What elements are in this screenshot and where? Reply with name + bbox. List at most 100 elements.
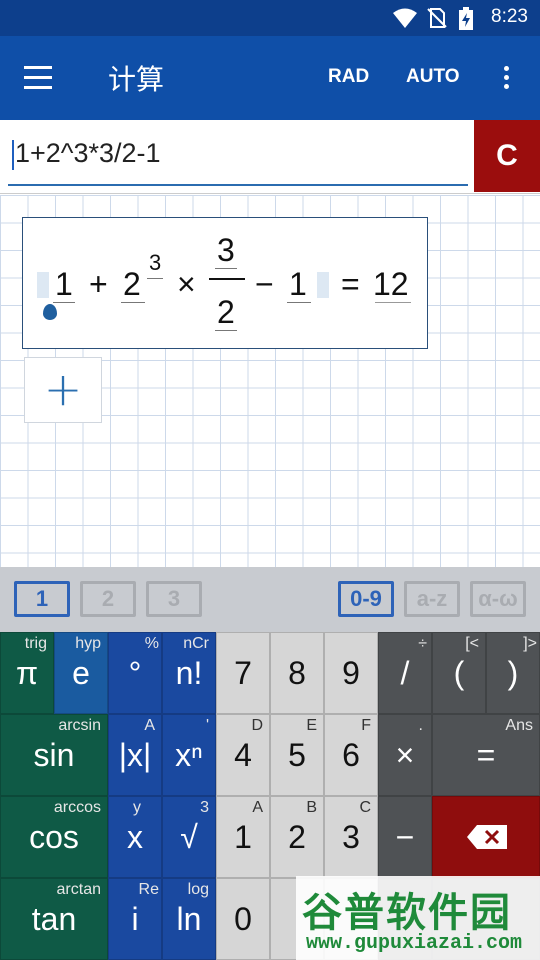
key-alt-label: F [361, 717, 371, 734]
result-underline [375, 302, 411, 303]
equals-key[interactable]: Ans = [432, 714, 540, 796]
operand-b: 1 [289, 266, 307, 302]
wifi-icon [393, 8, 417, 28]
key-alt-label: A [144, 717, 155, 734]
key-label: 9 [342, 655, 360, 691]
digit-1-key[interactable]: A1 [216, 796, 270, 878]
angle-mode-button[interactable]: RAD [328, 66, 369, 88]
key-label: 8 [288, 655, 306, 691]
tab-3[interactable]: 3 [146, 581, 202, 617]
battery-charging-icon [459, 7, 473, 30]
key-label: i [131, 901, 139, 937]
backspace-key[interactable] [432, 796, 540, 878]
expression-input[interactable]: 1+2^3*3/2-1 [8, 138, 468, 186]
digit-4-key[interactable]: D4 [216, 714, 270, 796]
key-label: sin [33, 737, 75, 773]
imaginary-i-key[interactable]: Re i [108, 878, 162, 960]
selection-marker [37, 272, 49, 298]
input-row: 1+2^3*3/2-1 C [0, 120, 540, 194]
digit-2-key[interactable]: B2 [270, 796, 324, 878]
workspace-grid: 1 + 2 3 × 3 2 − 1 = 12 + [0, 195, 540, 567]
key-alt-label: y [133, 799, 141, 816]
key-alt-label: trig [24, 635, 47, 652]
watermark-title: 谷普软件园 [302, 890, 512, 936]
factorial-key[interactable]: nCr n! [162, 632, 216, 714]
tab-1[interactable]: 1 [14, 581, 70, 617]
cursor-handle-icon[interactable] [43, 304, 57, 320]
tab-greek[interactable]: α-ω [470, 581, 526, 617]
key-alt-label: E [306, 717, 317, 734]
more-options-icon[interactable] [496, 64, 516, 94]
app-bar: 计算 RAD AUTO [0, 36, 540, 120]
fraction-bar [209, 278, 245, 280]
power-key[interactable]: ' xⁿ [162, 714, 216, 796]
key-label: e [72, 655, 90, 691]
numerator-underline [215, 268, 237, 269]
key-alt-label: log [187, 881, 209, 898]
tab-2[interactable]: 2 [80, 581, 136, 617]
digit-9-key[interactable]: 9 [324, 632, 378, 714]
digit-7-key[interactable]: 7 [216, 632, 270, 714]
digit-0-key[interactable]: 0 [216, 878, 270, 960]
expression-text: 1+2^3*3/2-1 [15, 138, 161, 168]
base-underline [121, 302, 145, 303]
key-alt-label: 3 [200, 799, 209, 816]
key-label: xⁿ [175, 737, 203, 773]
key-label: 2 [288, 819, 306, 855]
clear-button[interactable]: C [474, 120, 540, 192]
digit-3-key[interactable]: C3 [324, 796, 378, 878]
digit-6-key[interactable]: F6 [324, 714, 378, 796]
key-alt-label: ÷ [418, 635, 427, 652]
key-label: 0 [234, 901, 252, 937]
formatted-expression[interactable]: 1 + 2 3 × 3 2 − 1 = 12 [22, 217, 428, 349]
key-label: 5 [288, 737, 306, 773]
add-expression-button[interactable]: + [24, 357, 102, 423]
multiply-key[interactable]: . × [378, 714, 432, 796]
subtract-key[interactable]: − [378, 796, 432, 878]
key-alt-label: . [418, 717, 423, 734]
key-label: √ [180, 819, 198, 855]
key-alt-label: [< [465, 635, 479, 652]
status-bar: 8:23 [0, 0, 540, 36]
page-title: 计算 [108, 63, 165, 96]
backspace-icon [467, 825, 507, 849]
keyboard-tabs: 1 2 3 0-9 a-z α-ω [0, 567, 540, 632]
output-mode-button[interactable]: AUTO [406, 66, 459, 88]
key-label: 6 [342, 737, 360, 773]
pi-key[interactable]: trig π [0, 632, 54, 714]
key-label: tan [31, 901, 77, 937]
key-alt-label: Re [138, 881, 159, 898]
key-alt-label: hyp [75, 635, 101, 652]
power-exponent: 3 [149, 250, 162, 275]
digit-8-key[interactable]: 8 [270, 632, 324, 714]
ln-key[interactable]: log ln [162, 878, 216, 960]
key-label: x [127, 819, 143, 855]
operand-b-underline [287, 302, 311, 303]
left-paren-key[interactable]: [<( [432, 632, 486, 714]
watermark-logo: 谷普软件园 www.gupuxiazai.com [296, 876, 540, 960]
menu-icon[interactable] [20, 60, 56, 96]
key-label: / [400, 655, 410, 691]
e-key[interactable]: hyp e [54, 632, 108, 714]
divide-key[interactable]: ÷ / [378, 632, 432, 714]
key-label: 1 [234, 819, 252, 855]
key-label: π [15, 655, 39, 691]
variable-x-key[interactable]: yx [108, 796, 162, 878]
abs-key[interactable]: A |x| [108, 714, 162, 796]
degree-key[interactable]: % ° [108, 632, 162, 714]
key-alt-label: arcsin [58, 717, 101, 734]
sqrt-key[interactable]: 3 √ [162, 796, 216, 878]
sin-key[interactable]: arcsin sin [0, 714, 108, 796]
right-paren-key[interactable]: ]>) [486, 632, 540, 714]
denominator-underline [215, 330, 237, 331]
cos-key[interactable]: arccos cos [0, 796, 108, 878]
key-label: − [395, 819, 415, 855]
tab-digits[interactable]: 0-9 [338, 581, 394, 617]
tan-key[interactable]: arctan tan [0, 878, 108, 960]
key-alt-label: Ans [505, 717, 533, 734]
key-label: 3 [342, 819, 360, 855]
equals-sign: = [341, 266, 360, 302]
digit-5-key[interactable]: E5 [270, 714, 324, 796]
key-label: ) [507, 655, 519, 691]
tab-latin[interactable]: a-z [404, 581, 460, 617]
